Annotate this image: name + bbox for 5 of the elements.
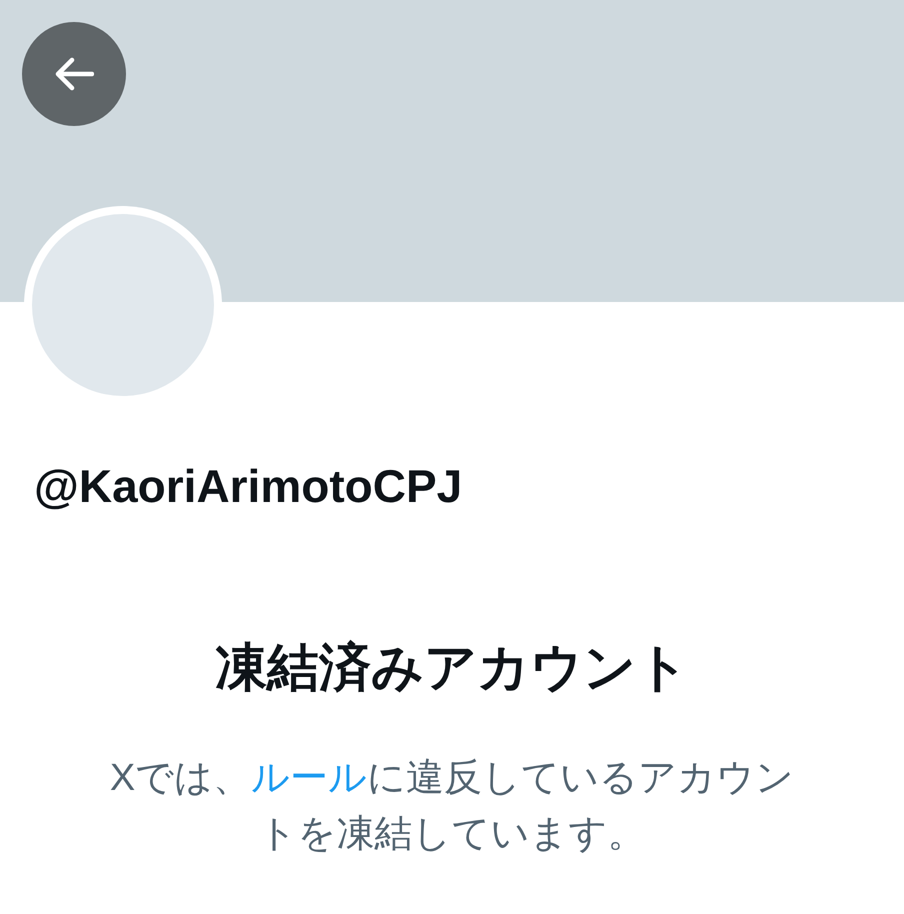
account-handle: @KaoriArimotoCPJ [34,459,464,514]
suspended-title: 凍結済みアカウント [214,638,690,699]
suspension-message: Xでは、ルールに違反しているアカウントを凍結しています。 [108,756,796,857]
rules-link[interactable]: ルール [251,757,368,799]
back-arrow-icon [54,57,94,91]
